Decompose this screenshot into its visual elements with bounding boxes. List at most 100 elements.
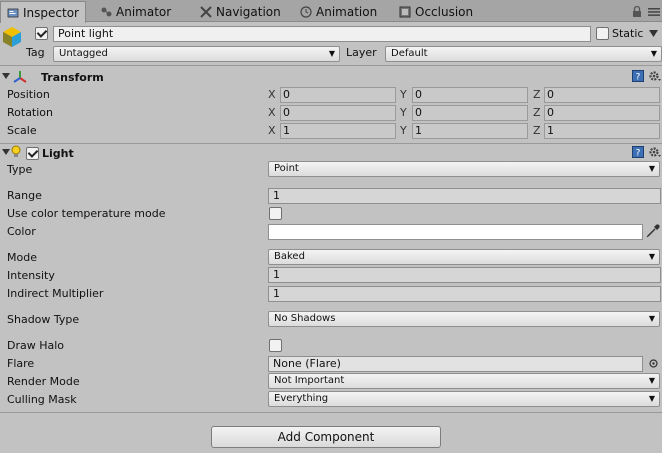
culling-mask-dropdown[interactable]: Everything ▼ — [268, 391, 660, 407]
color-temperature-label: Use color temperature mode — [7, 207, 166, 220]
indirect-multiplier-field[interactable]: 1 — [268, 286, 661, 302]
color-temperature-checkbox[interactable] — [269, 207, 282, 220]
shadow-type-label: Shadow Type — [7, 313, 80, 326]
section-divider — [0, 412, 662, 413]
type-dropdown[interactable]: Point ▼ — [268, 161, 660, 177]
flare-label: Flare — [7, 357, 35, 370]
object-picker-icon[interactable] — [649, 359, 658, 368]
position-z-field[interactable]: 0 — [544, 87, 660, 103]
mode-value: Baked — [274, 251, 305, 262]
gear-icon[interactable] — [648, 70, 661, 82]
chevron-down-icon: ▼ — [328, 49, 335, 58]
render-mode-value: Not Important — [274, 375, 345, 386]
chevron-down-icon: ▼ — [648, 164, 655, 173]
add-component-button[interactable]: Add Component — [211, 426, 441, 448]
position-x-field[interactable]: 0 — [280, 87, 396, 103]
inspector-icon — [7, 8, 19, 17]
eyedropper-icon[interactable] — [646, 224, 660, 238]
rotation-x-field[interactable]: 0 — [280, 105, 396, 121]
layer-label: Layer — [346, 46, 377, 59]
tab-animation[interactable]: Animation — [300, 2, 377, 21]
axis-z-label: Z — [533, 106, 541, 119]
axis-z-label: Z — [533, 88, 541, 101]
flare-field[interactable]: None (Flare) — [268, 356, 643, 372]
section-divider — [0, 143, 662, 144]
help-icon[interactable]: ? — [632, 70, 644, 82]
light-enabled-checkbox[interactable] — [26, 147, 39, 160]
position-y-field[interactable]: 0 — [412, 87, 528, 103]
color-label: Color — [7, 225, 36, 238]
mode-label: Mode — [7, 251, 37, 264]
render-mode-label: Render Mode — [7, 375, 80, 388]
tab-inspector[interactable]: Inspector — [0, 1, 86, 23]
lock-icon[interactable] — [632, 6, 642, 18]
light-title: Light — [42, 147, 74, 160]
header-divider — [0, 65, 662, 66]
tab-occlusion[interactable]: Occlusion — [399, 2, 473, 21]
gear-icon[interactable] — [648, 146, 661, 158]
scale-label: Scale — [7, 124, 37, 137]
tab-navigation[interactable]: Navigation — [200, 2, 281, 21]
chevron-down-icon: ▼ — [648, 314, 655, 323]
range-field[interactable]: 1 — [268, 188, 661, 204]
scale-z-field[interactable]: 1 — [544, 123, 660, 139]
tag-value: Untagged — [59, 48, 108, 59]
chevron-down-icon[interactable] — [649, 30, 658, 37]
axis-z-label: Z — [533, 124, 541, 137]
culling-mask-label: Culling Mask — [7, 393, 77, 406]
chevron-down-icon: ▼ — [648, 394, 655, 403]
occlusion-icon — [399, 6, 411, 17]
shadow-type-dropdown[interactable]: No Shadows ▼ — [268, 311, 660, 327]
layer-dropdown[interactable]: Default ▼ — [385, 46, 662, 62]
mode-dropdown[interactable]: Baked ▼ — [268, 249, 660, 265]
axis-x-label: X — [268, 106, 276, 119]
draw-halo-label: Draw Halo — [7, 339, 65, 352]
object-name-field[interactable]: Point light — [53, 26, 591, 42]
axis-y-label: Y — [400, 106, 407, 119]
foldout-arrow-icon[interactable] — [2, 148, 10, 156]
transform-icon — [13, 71, 27, 83]
scale-y-field[interactable]: 1 — [412, 123, 528, 139]
shadow-type-value: No Shadows — [274, 313, 336, 324]
axis-x-label: X — [268, 88, 276, 101]
axis-x-label: X — [268, 124, 276, 137]
lightbulb-icon — [11, 145, 21, 157]
draw-halo-checkbox[interactable] — [269, 339, 282, 352]
intensity-field[interactable]: 1 — [268, 267, 661, 283]
chevron-down-icon: ▼ — [648, 376, 655, 385]
help-icon[interactable]: ? — [632, 146, 644, 158]
type-label: Type — [7, 163, 33, 176]
scale-x-field[interactable]: 1 — [280, 123, 396, 139]
static-checkbox[interactable] — [596, 27, 609, 40]
render-mode-dropdown[interactable]: Not Important ▼ — [268, 373, 660, 389]
range-label: Range — [7, 189, 42, 202]
color-swatch[interactable] — [268, 224, 643, 240]
svg-text:?: ? — [636, 149, 641, 159]
gameobject-cube-icon — [3, 27, 21, 47]
active-checkbox[interactable] — [35, 27, 48, 40]
tab-animator[interactable]: Animator — [100, 2, 171, 21]
intensity-label: Intensity — [7, 269, 55, 282]
rotation-label: Rotation — [7, 106, 54, 119]
tab-label: Inspector — [23, 5, 79, 20]
menu-icon[interactable] — [648, 8, 660, 16]
rotation-z-field[interactable]: 0 — [544, 105, 660, 121]
tab-label: Occlusion — [415, 4, 474, 19]
tag-dropdown[interactable]: Untagged ▼ — [53, 46, 340, 62]
indirect-multiplier-label: Indirect Multiplier — [7, 287, 104, 300]
culling-mask-value: Everything — [274, 393, 329, 404]
rotation-y-field[interactable]: 0 — [412, 105, 528, 121]
animator-icon — [101, 7, 112, 16]
transform-title: Transform — [41, 71, 104, 84]
tab-label: Animator — [116, 4, 172, 19]
animation-icon — [300, 5, 312, 18]
foldout-arrow-icon[interactable] — [2, 72, 10, 80]
static-label: Static — [612, 27, 644, 40]
layer-value: Default — [391, 48, 428, 59]
tab-label: Animation — [316, 4, 378, 19]
axis-y-label: Y — [400, 124, 407, 137]
navigation-icon — [200, 5, 212, 18]
type-value: Point — [274, 163, 299, 174]
svg-text:?: ? — [636, 73, 641, 83]
tag-label: Tag — [26, 46, 45, 59]
